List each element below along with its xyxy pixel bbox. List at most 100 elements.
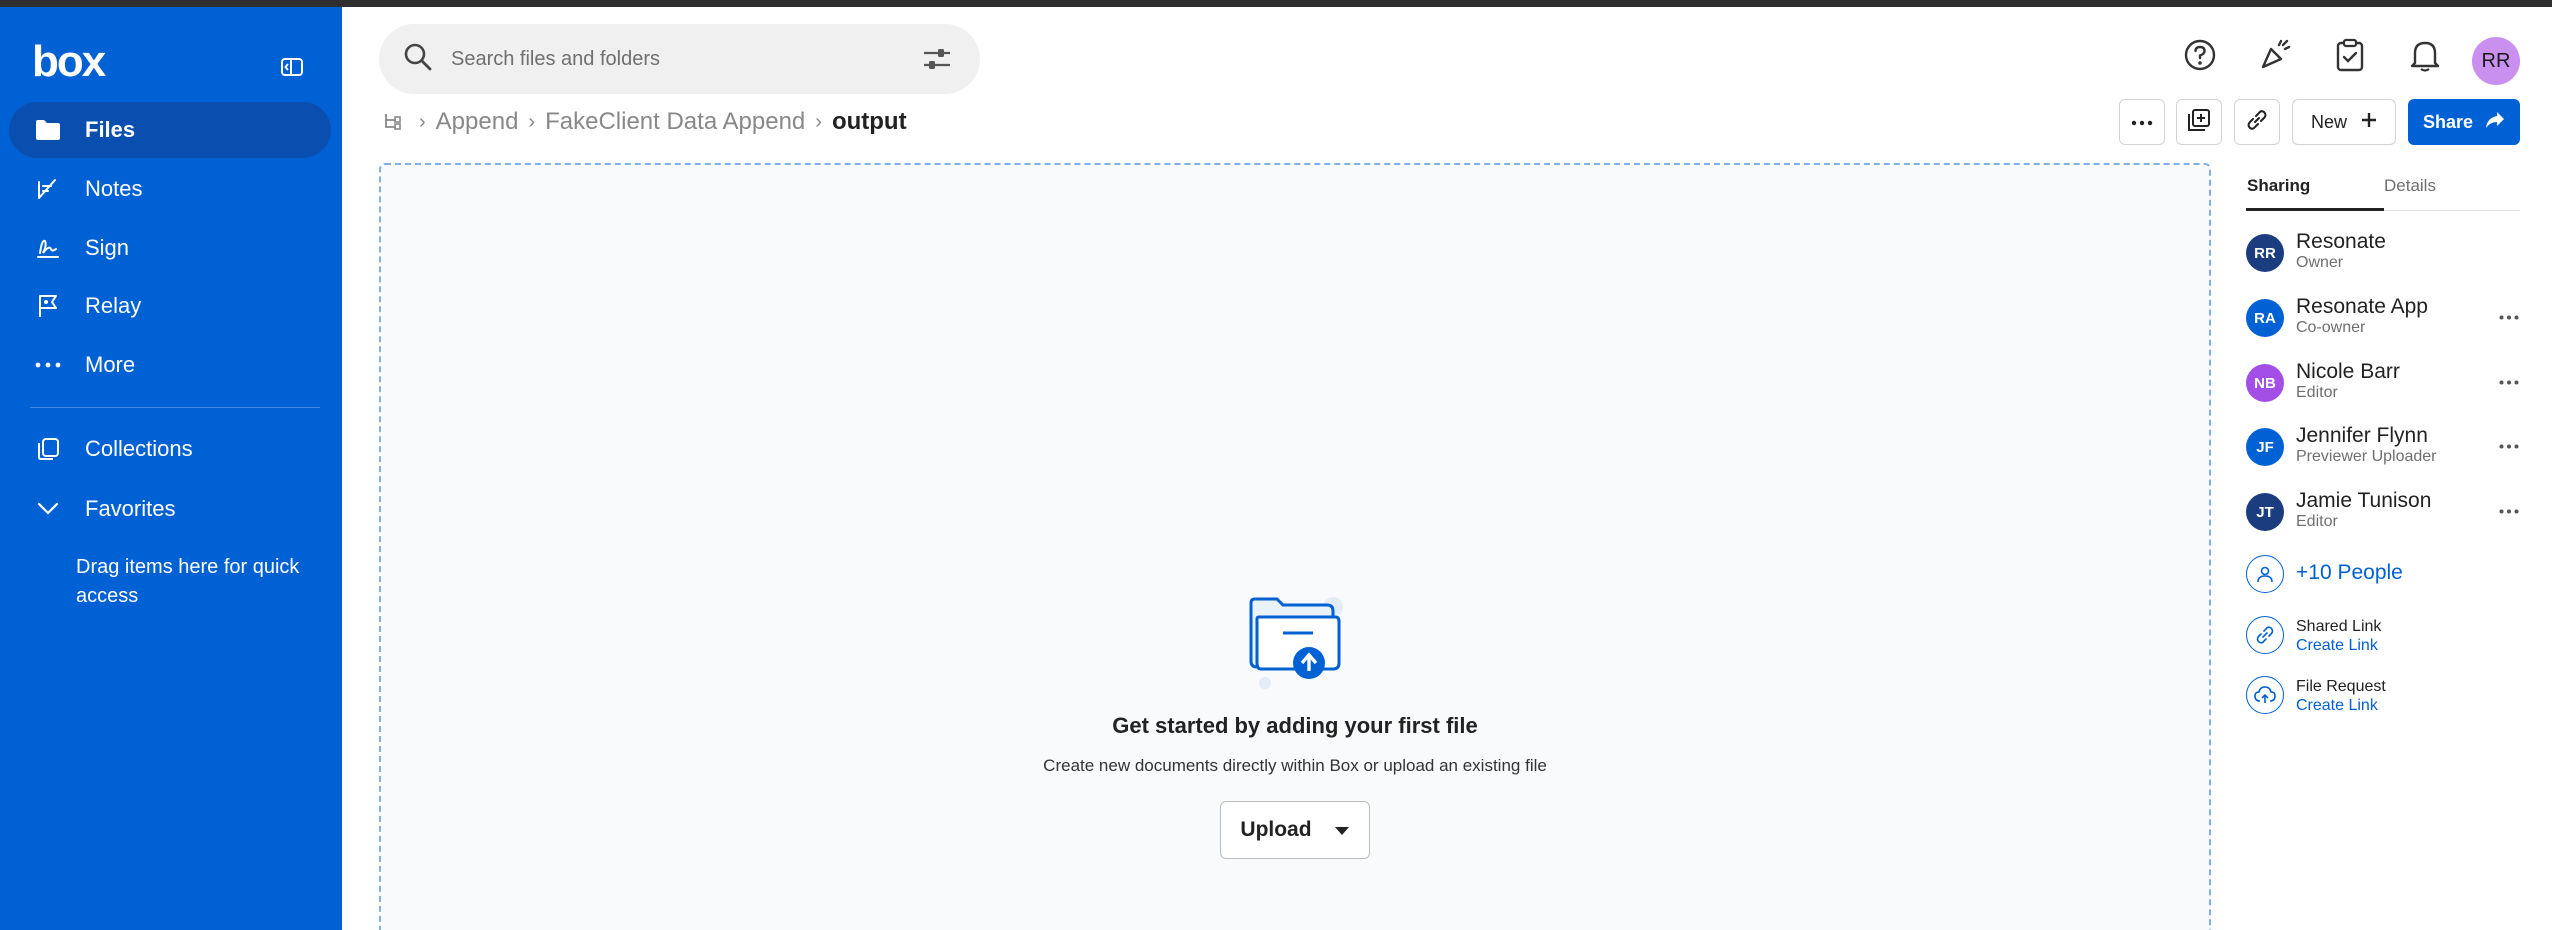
file-request-row: File Request Create Link bbox=[2246, 676, 2546, 724]
caret-down-icon bbox=[1334, 818, 1350, 842]
tasks-icon[interactable] bbox=[2332, 37, 2368, 73]
add-to-collection-button[interactable] bbox=[2176, 99, 2222, 145]
sidebar-item-label: Files bbox=[85, 117, 136, 142]
more-people-link[interactable]: +10 People bbox=[2296, 561, 2403, 585]
new-button[interactable]: New bbox=[2292, 99, 2396, 145]
sidebar-item-favorites[interactable]: Favorites bbox=[9, 481, 331, 537]
file-request-title: File Request bbox=[2296, 678, 2386, 695]
sidebar-item-notes[interactable]: Notes bbox=[9, 161, 331, 217]
avatar: RR bbox=[2246, 234, 2284, 272]
breadcrumb-current: output bbox=[831, 108, 907, 135]
folder-icon bbox=[33, 115, 63, 145]
sidebar: box Files Notes Sign Relay More Collecti… bbox=[0, 7, 342, 930]
sidebar-divider bbox=[30, 407, 320, 408]
search-icon bbox=[403, 42, 433, 77]
empty-state-subtitle: Create new documents directly within Box… bbox=[1043, 756, 1547, 775]
upload-button-label: Upload bbox=[1240, 818, 1312, 841]
collaborator-row: JT Jamie Tunison Editor bbox=[2246, 489, 2546, 537]
sidebar-item-label: Sign bbox=[85, 235, 130, 260]
upload-button[interactable]: Upload bbox=[1220, 801, 1370, 859]
user-avatar[interactable]: RR bbox=[2472, 37, 2520, 85]
chevron-right-icon: › bbox=[528, 110, 536, 133]
active-tab-indicator bbox=[2246, 208, 2384, 211]
shared-link-create-link[interactable]: Create Link bbox=[2296, 637, 2378, 655]
new-button-label: New bbox=[2310, 111, 2347, 132]
plus-icon bbox=[2361, 112, 2377, 133]
avatar: RA bbox=[2246, 299, 2284, 337]
collections-icon bbox=[33, 434, 63, 464]
sidebar-item-sign[interactable]: Sign bbox=[9, 220, 331, 276]
sidebar-item-relay[interactable]: Relay bbox=[9, 278, 331, 334]
breadcrumb-item[interactable]: Append bbox=[436, 108, 519, 136]
tab-sharing[interactable]: Sharing bbox=[2247, 176, 2310, 196]
sidebar-item-label: Favorites bbox=[85, 496, 176, 521]
share-button[interactable]: Share bbox=[2408, 99, 2520, 145]
whats-new-icon[interactable] bbox=[2257, 37, 2293, 73]
collaborator-name: Jamie Tunison bbox=[2296, 489, 2432, 512]
copy-link-button[interactable] bbox=[2234, 99, 2280, 145]
collaborator-row: NB Nicole Barr Editor bbox=[2246, 360, 2546, 408]
favorites-empty-hint: Drag items here for quick access bbox=[76, 556, 300, 607]
collaborator-options-button[interactable] bbox=[2494, 305, 2524, 329]
collaborator-name: Nicole Barr bbox=[2296, 360, 2400, 383]
share-arrow-icon bbox=[2485, 111, 2505, 134]
collection-add-icon bbox=[2187, 108, 2211, 137]
breadcrumb-item[interactable]: FakeClient Data Append bbox=[545, 108, 805, 136]
link-icon bbox=[2246, 616, 2284, 654]
help-icon[interactable] bbox=[2182, 37, 2218, 73]
cloud-upload-icon bbox=[2246, 676, 2284, 714]
collaborator-options-button[interactable] bbox=[2494, 434, 2524, 458]
tab-details[interactable]: Details bbox=[2384, 176, 2436, 196]
sidebar-item-collections[interactable]: Collections bbox=[9, 421, 331, 477]
folder-tree-icon[interactable] bbox=[381, 111, 403, 133]
chevron-down-icon bbox=[33, 494, 63, 524]
avatar: JF bbox=[2246, 428, 2284, 466]
sign-icon bbox=[33, 233, 63, 263]
more-dots-icon bbox=[2131, 113, 2153, 131]
more-people-row[interactable]: +10 People bbox=[2246, 555, 2546, 603]
collaborator-options-button[interactable] bbox=[2494, 370, 2524, 394]
collaborator-row: RR Resonate Owner bbox=[2246, 230, 2546, 278]
search-filter-icon[interactable] bbox=[922, 46, 952, 77]
chevron-right-icon: › bbox=[815, 110, 822, 133]
collaborator-row: RA Resonate App Co-owner bbox=[2246, 295, 2546, 343]
box-logo[interactable]: box bbox=[32, 37, 106, 87]
more-dots-icon bbox=[33, 350, 63, 380]
collaborator-role: Editor bbox=[2296, 384, 2338, 401]
shared-link-row: Shared Link Create Link bbox=[2246, 616, 2546, 664]
more-options-button[interactable] bbox=[2119, 99, 2165, 145]
empty-state-title: Get started by adding your first file bbox=[1112, 713, 1478, 738]
collaborator-role: Owner bbox=[2296, 254, 2344, 271]
collaborator-name: Resonate App bbox=[2296, 295, 2428, 318]
sidebar-item-label: Relay bbox=[85, 293, 142, 318]
collaborator-role: Co-owner bbox=[2296, 319, 2366, 336]
search-bar[interactable] bbox=[379, 24, 980, 94]
avatar: NB bbox=[2246, 364, 2284, 402]
collaborator-role: Previewer Uploader bbox=[2296, 448, 2437, 465]
link-icon bbox=[2245, 108, 2269, 137]
breadcrumb: › Append › FakeClient Data Append › outp… bbox=[381, 104, 907, 140]
notes-icon bbox=[33, 174, 63, 204]
shared-link-title: Shared Link bbox=[2296, 618, 2382, 635]
collaborator-role: Editor bbox=[2296, 513, 2338, 530]
notifications-bell-icon[interactable] bbox=[2407, 37, 2443, 73]
collaborator-name: Resonate bbox=[2296, 230, 2386, 253]
share-button-label: Share bbox=[2422, 111, 2474, 132]
file-drop-zone[interactable]: Get started by adding your first file Cr… bbox=[379, 163, 2211, 930]
folder-upload-illustration-icon bbox=[1247, 595, 1347, 696]
sidebar-item-more[interactable]: More bbox=[9, 337, 331, 393]
collapse-sidebar-icon[interactable] bbox=[278, 53, 306, 81]
sidebar-item-label: Collections bbox=[85, 436, 193, 461]
person-icon bbox=[2246, 555, 2284, 593]
sidebar-item-label: Notes bbox=[85, 176, 143, 201]
file-request-create-link[interactable]: Create Link bbox=[2296, 697, 2378, 715]
sidebar-item-label: More bbox=[85, 352, 136, 377]
window-top-strip bbox=[0, 0, 2552, 7]
collaborator-row: JF Jennifer Flynn Previewer Uploader bbox=[2246, 424, 2546, 472]
collaborator-options-button[interactable] bbox=[2494, 499, 2524, 523]
relay-icon bbox=[33, 291, 63, 321]
collaborator-name: Jennifer Flynn bbox=[2296, 424, 2428, 447]
chevron-right-icon: › bbox=[419, 110, 426, 133]
sidebar-item-files[interactable]: Files bbox=[9, 102, 331, 158]
search-input[interactable] bbox=[451, 47, 891, 71]
